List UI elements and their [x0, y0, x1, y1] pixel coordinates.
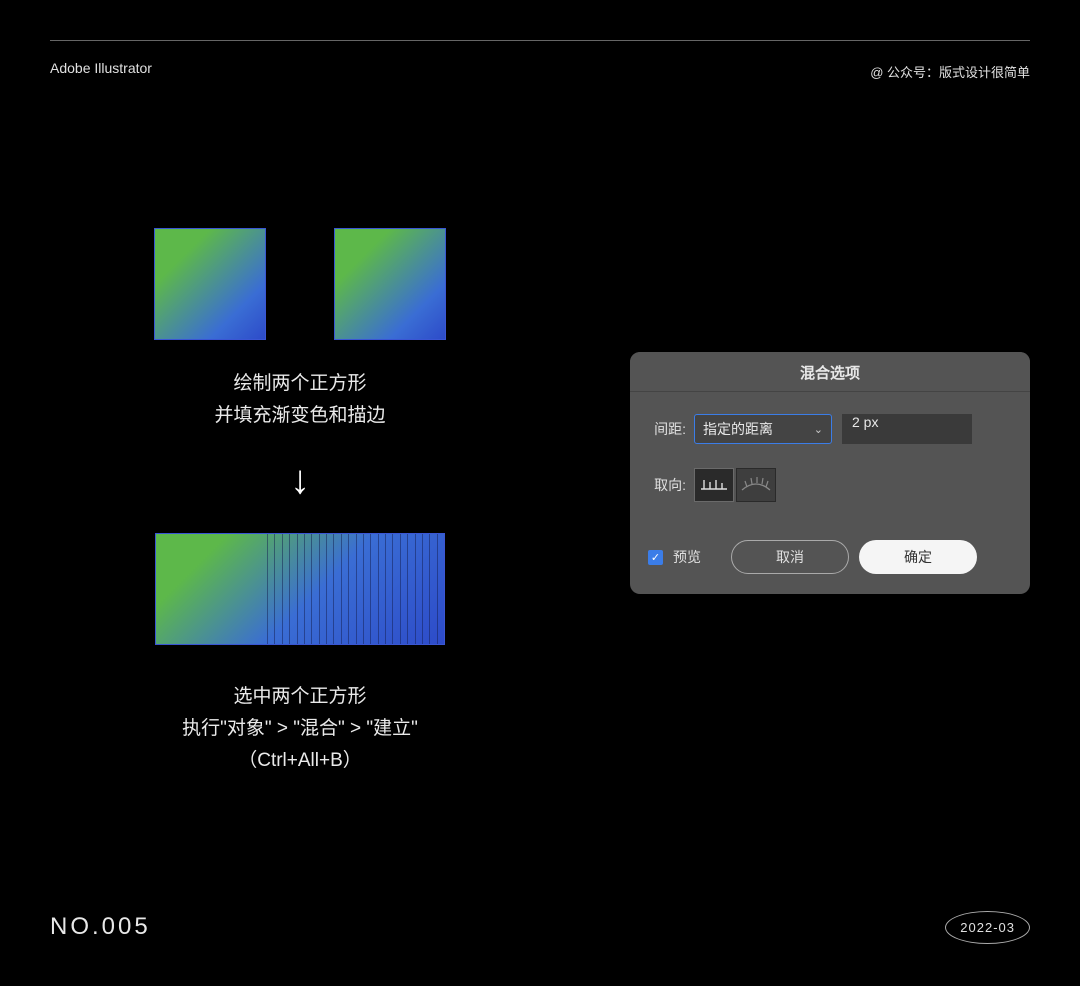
date-badge: 2022-03 [945, 911, 1030, 944]
cancel-button[interactable]: 取消 [731, 540, 849, 574]
gradient-square-left [154, 228, 266, 340]
step1-caption: 绘制两个正方形 并填充渐变色和描边 [140, 368, 460, 433]
step2-line2: 执行"对象" > "混合" > "建立" [140, 713, 460, 745]
spacing-label: 间距: [648, 419, 686, 439]
header-divider [50, 40, 1030, 41]
spacing-mode-select[interactable]: 指定的距离 ⌄ [694, 414, 832, 444]
gradient-square-right [334, 228, 446, 340]
orient-align-path-button[interactable] [736, 468, 776, 502]
dialog-title: 混合选项 [630, 352, 1030, 392]
orientation-row: 取向: [648, 468, 1012, 502]
two-squares [140, 228, 460, 340]
app-name: Adobe Illustrator [50, 60, 152, 76]
spacing-value-input[interactable]: 2 px [842, 414, 972, 444]
preview-checkbox[interactable]: ✓ [648, 550, 663, 565]
dialog-footer: ✓ 预览 取消 确定 [648, 540, 1012, 574]
orient-page-icon [701, 477, 727, 493]
ok-button[interactable]: 确定 [859, 540, 977, 574]
chevron-down-icon: ⌄ [814, 423, 823, 436]
preview-label: 预览 [673, 547, 701, 567]
credit-text: @ 公众号：版式设计很简单 [870, 62, 1030, 81]
spacing-row: 间距: 指定的距离 ⌄ 2 px [648, 414, 1012, 444]
orient-label: 取向: [648, 475, 686, 495]
step1-line1: 绘制两个正方形 [140, 368, 460, 400]
down-arrow-icon: ↓ [140, 458, 460, 503]
page-number: NO.005 [50, 913, 151, 941]
orient-path-icon [741, 476, 771, 494]
step2-line1: 选中两个正方形 [140, 681, 460, 713]
spacing-mode-value: 指定的距离 [703, 419, 773, 439]
orient-align-page-button[interactable] [694, 468, 734, 502]
step2-line3: （Ctrl+All+B） [140, 745, 460, 777]
step2-caption: 选中两个正方形 执行"对象" > "混合" > "建立" （Ctrl+All+B… [140, 681, 460, 778]
blend-options-dialog: 混合选项 间距: 指定的距离 ⌄ 2 px 取向: [630, 352, 1030, 594]
step1-line2: 并填充渐变色和描边 [140, 400, 460, 432]
blend-result-graphic [155, 533, 445, 645]
tutorial-steps: 绘制两个正方形 并填充渐变色和描边 ↓ 选中两个正方形 执行"对象" > "混合… [140, 228, 460, 777]
